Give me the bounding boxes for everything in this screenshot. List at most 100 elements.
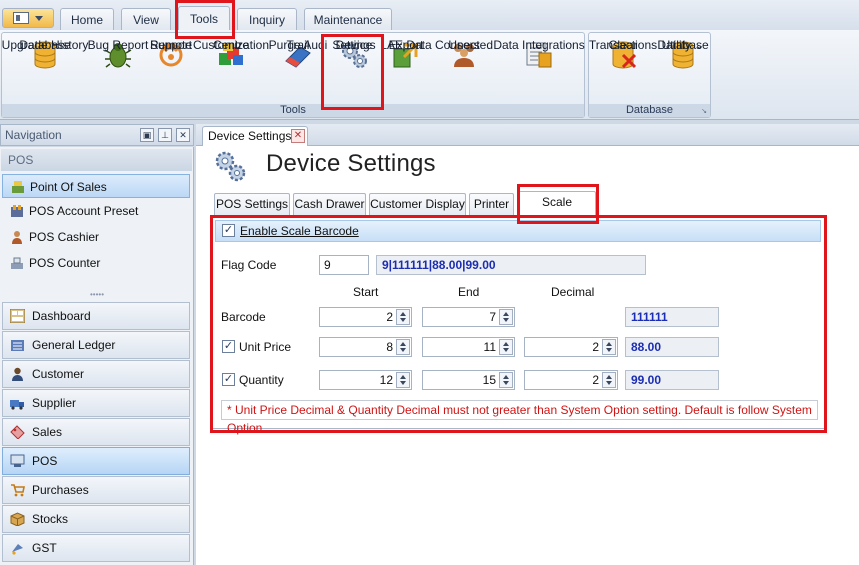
stepper-arrows-icon[interactable]	[396, 339, 410, 355]
nav-item-label: POS Account Preset	[29, 204, 139, 218]
nav-module-sales[interactable]: Sales	[2, 418, 190, 446]
app-menu-icon	[13, 12, 29, 24]
nav-module-label: General Ledger	[32, 338, 116, 352]
database-upgrade-history-button[interactable]: Database Upgrade History	[1, 38, 89, 105]
column-header-decimal: Decimal	[551, 285, 595, 299]
stepper-value: 8	[386, 340, 393, 354]
barcode-preview-field: 111111	[625, 307, 719, 327]
button-label: Export	[388, 38, 424, 52]
button-label: Centre	[212, 38, 250, 52]
tab-view[interactable]: View	[121, 8, 171, 30]
dropdown-arrow-icon	[35, 15, 43, 21]
nav-module-dashboard[interactable]: Dashboard	[2, 302, 190, 330]
tab-inquiry[interactable]: Inquiry	[237, 8, 297, 30]
navigation-panel: POS Point Of Sales POS Account Preset PO…	[0, 147, 194, 565]
tab-customer-display[interactable]: Customer Display	[369, 193, 466, 215]
stepper-value: 15	[482, 373, 496, 387]
quantity-checkbox[interactable]: ✓	[222, 373, 235, 386]
nav-module-stocks[interactable]: Stocks	[2, 505, 190, 533]
close-icon[interactable]: ✕	[176, 128, 190, 142]
stepper-arrows-icon[interactable]	[499, 309, 513, 325]
stepper-arrows-icon[interactable]	[499, 372, 513, 388]
nav-module-gst[interactable]: GST	[2, 534, 190, 562]
account-preset-icon	[11, 205, 23, 217]
lae-data-export-button[interactable]: LAE Data Export	[378, 39, 434, 105]
button-label: Users	[448, 38, 480, 52]
tab-scale-barcode[interactable]: Scale Barcode	[518, 191, 596, 229]
document-tab-label: Device Settings	[208, 129, 292, 143]
stepper-arrows-icon[interactable]	[396, 372, 410, 388]
stepper-value: 11	[483, 340, 496, 354]
purge-audit-trail-button[interactable]: Purge Audi Trail	[268, 39, 328, 105]
tab-printer[interactable]: Printer	[469, 193, 514, 215]
nav-item-pos-cashier[interactable]: POS Cashier	[2, 225, 190, 249]
nav-module-customer[interactable]: Customer	[2, 360, 190, 388]
tab-cash-drawer[interactable]: Cash Drawer	[293, 193, 366, 215]
device-settings-button[interactable]: Device Settings	[332, 39, 376, 105]
autohide-icon[interactable]: ⊥	[158, 128, 172, 142]
panel-splitter[interactable]: •••••	[0, 291, 194, 299]
ledger-icon	[11, 340, 24, 351]
barcode-end-stepper[interactable]: 7	[422, 307, 515, 327]
database-utility-button[interactable]: Database Utility ⌄	[655, 39, 711, 105]
tools-group: Database Upgrade History Bug Report Remo…	[1, 32, 585, 118]
nav-item-pos-account-preset[interactable]: POS Account Preset	[2, 199, 190, 223]
unit-price-start-stepper[interactable]: 8	[319, 337, 412, 357]
counter-icon	[11, 257, 23, 269]
stepper-arrows-icon[interactable]	[396, 309, 410, 325]
stepper-arrows-icon[interactable]	[602, 372, 616, 388]
bug-report-button[interactable]: Bug Report	[88, 39, 148, 105]
barcode-label: Barcode	[221, 310, 266, 324]
close-icon[interactable]: ✕	[291, 129, 305, 143]
application-menu-button[interactable]	[2, 8, 54, 28]
stepper-arrows-icon[interactable]	[602, 339, 616, 355]
nav-module-label: Customer	[32, 367, 85, 381]
customer-icon	[12, 367, 23, 381]
dashboard-icon	[10, 309, 25, 323]
nav-item-point-of-sales[interactable]: Point Of Sales	[2, 174, 190, 198]
device-settings-page: Device Settings POS Settings Cash Drawer…	[196, 146, 859, 565]
page-title: Device Settings	[266, 150, 436, 177]
nav-module-supplier[interactable]: Supplier	[2, 389, 190, 417]
tab-maintenance[interactable]: Maintenance	[304, 8, 392, 30]
nav-module-label: Supplier	[32, 396, 77, 410]
flag-code-label: Flag Code	[221, 258, 277, 272]
stepper-value: 12	[379, 373, 393, 387]
stepper-arrows-icon[interactable]	[499, 339, 513, 355]
quantity-start-stepper[interactable]: 12	[319, 370, 412, 390]
quantity-decimal-stepper[interactable]: 2	[524, 370, 618, 390]
button-label: Upgrade History	[1, 38, 89, 52]
customization-centre-button[interactable]: Customization Centre	[193, 38, 269, 105]
tab-tools[interactable]: Tools	[178, 6, 230, 31]
button-label: Utility ⌄	[661, 38, 705, 52]
document-tab-device-settings[interactable]: Device Settings ✕	[202, 126, 308, 146]
tab-home[interactable]: Home	[60, 8, 114, 30]
dialog-launcher-icon[interactable]: ↘	[701, 107, 707, 115]
unit-price-decimal-stepper[interactable]: 2	[524, 337, 618, 357]
nav-module-purchases[interactable]: Purchases	[2, 476, 190, 504]
data-integrations-button[interactable]: Data Integrations ⌄	[493, 39, 585, 105]
menu-bar: Home View Tools Inquiry Maintenance	[0, 0, 859, 31]
barcode-start-stepper[interactable]: 2	[319, 307, 412, 327]
nav-module-general-ledger[interactable]: General Ledger	[2, 331, 190, 359]
tab-pos-settings[interactable]: POS Settings	[214, 193, 290, 215]
quantity-end-stepper[interactable]: 15	[422, 370, 515, 390]
nav-module-label: Purchases	[32, 483, 89, 497]
remote-support-button[interactable]: Remote Support	[148, 39, 194, 105]
clear-transactions-button[interactable]: Clear Transactions	[589, 39, 657, 105]
enable-scale-barcode-row: ✓ Enable Scale Barcode	[215, 220, 821, 242]
enable-scale-barcode-checkbox[interactable]: ✓	[222, 224, 235, 237]
stepper-value: 7	[489, 310, 496, 324]
pin-icon[interactable]: ▣	[140, 128, 154, 142]
unit-price-checkbox[interactable]: ✓	[222, 340, 235, 353]
flag-code-input[interactable]: 9	[319, 255, 369, 275]
nav-module-pos[interactable]: POS	[2, 447, 190, 475]
connected-users-button[interactable]: Connected Users	[435, 38, 493, 105]
column-header-start: Start	[353, 285, 379, 299]
tools-group-caption: Tools	[2, 104, 584, 117]
document-tab-strip: Device Settings ✕	[196, 124, 859, 146]
button-label: Support	[149, 38, 193, 52]
ribbon: Database Upgrade History Bug Report Remo…	[0, 30, 859, 120]
unit-price-end-stepper[interactable]: 11	[422, 337, 515, 357]
nav-item-pos-counter[interactable]: POS Counter	[2, 251, 190, 275]
